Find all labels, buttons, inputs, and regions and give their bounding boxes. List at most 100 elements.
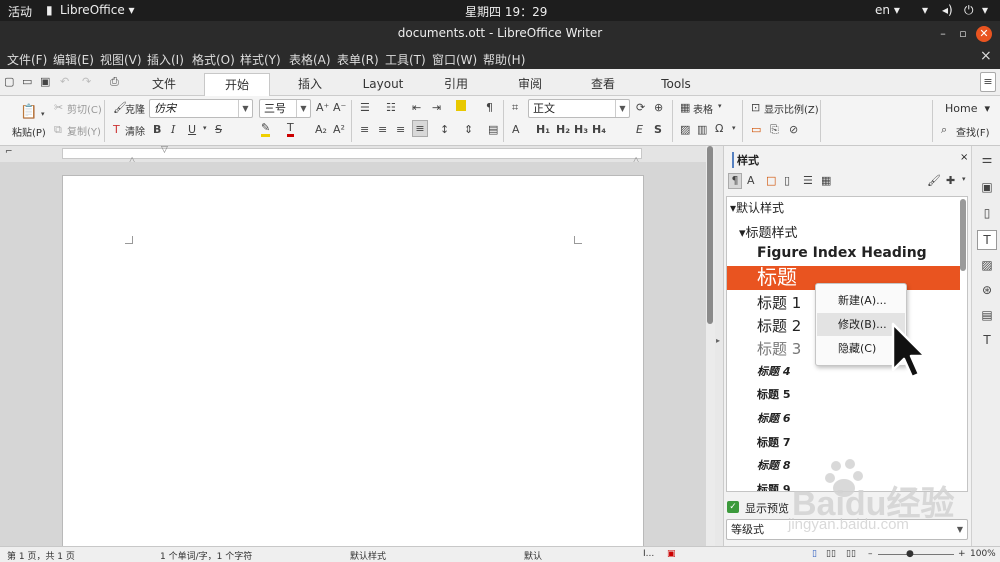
heading3-icon[interactable]: H₃ bbox=[574, 123, 588, 136]
chevron-down-icon[interactable]: ▼ bbox=[615, 100, 629, 117]
zoom-slider[interactable] bbox=[878, 554, 954, 555]
print-icon[interactable]: ⎙ bbox=[110, 75, 119, 89]
bullets-icon[interactable]: ☰ bbox=[360, 101, 370, 114]
list-item[interactable]: ▾标题样式 bbox=[739, 222, 967, 241]
cut-button[interactable]: 剪切(C) bbox=[67, 101, 102, 116]
style-filter-select[interactable]: 等级式 ▼ bbox=[726, 519, 968, 540]
emphasis-icon[interactable]: E bbox=[636, 123, 643, 136]
language-indicator[interactable]: en ▾ bbox=[875, 3, 900, 17]
document-modified-icon[interactable]: ▣ bbox=[667, 549, 676, 559]
list-item[interactable]: 标题 7 bbox=[757, 434, 967, 450]
table-styles-icon[interactable]: ▦ bbox=[821, 174, 831, 187]
wifi-icon[interactable]: ▾ bbox=[922, 3, 928, 17]
scrollbar-thumb[interactable] bbox=[707, 146, 713, 324]
font-size-box[interactable]: 三号 ▼ bbox=[259, 99, 311, 118]
minimize-icon[interactable]: – bbox=[935, 26, 951, 42]
list-item[interactable]: 标题 5 bbox=[757, 386, 967, 402]
paragraph-style-box[interactable]: 正文 ▼ bbox=[528, 99, 630, 118]
zoom-icon[interactable]: ⊡ bbox=[751, 101, 760, 114]
indent-marker-icon[interactable]: ▽ bbox=[161, 145, 168, 155]
multi-page-view-icon[interactable]: ▯▯ bbox=[826, 549, 836, 559]
zoom-in-icon[interactable]: + bbox=[958, 549, 966, 559]
clock[interactable]: 星期四 19：29 bbox=[465, 3, 547, 20]
menu-edit[interactable]: 编辑(E) bbox=[53, 51, 94, 68]
zoom-level[interactable]: 100% bbox=[970, 549, 996, 559]
paragraph-styles-icon[interactable]: ¶ bbox=[728, 173, 742, 189]
context-menu-new[interactable]: 新建(A)... bbox=[817, 289, 905, 312]
chevron-down-icon[interactable]: ▼ bbox=[238, 100, 252, 117]
chevron-down-icon[interactable]: ▼ bbox=[953, 520, 967, 539]
navigator-icon[interactable]: ⊛ bbox=[980, 283, 994, 297]
list-item[interactable]: 标题 8 bbox=[757, 457, 967, 473]
activities-button[interactable]: 活动 bbox=[8, 3, 32, 20]
tab-home[interactable]: 开始 bbox=[204, 73, 270, 96]
tab-insert[interactable]: 插入 bbox=[285, 73, 335, 96]
strong-icon[interactable]: S bbox=[654, 123, 662, 136]
shrink-font-icon[interactable]: A⁻ bbox=[333, 101, 346, 114]
close-window-icon[interactable]: ✕ bbox=[976, 26, 992, 42]
collapse-sidebar-icon[interactable]: ▸ bbox=[716, 336, 720, 345]
clear-button[interactable]: 清除 bbox=[125, 123, 145, 138]
comment-icon[interactable]: ▭ bbox=[751, 123, 761, 136]
chevron-down-icon[interactable]: ▼ bbox=[296, 100, 310, 117]
subscript-icon[interactable]: A₂ bbox=[315, 123, 327, 136]
paste-dropdown-icon[interactable]: ▾ bbox=[41, 110, 45, 118]
search-icon[interactable]: ⌕ bbox=[941, 123, 947, 137]
redo-icon[interactable]: ↷ bbox=[82, 75, 91, 88]
image-icon[interactable]: ▨ bbox=[680, 123, 690, 136]
track-changes-icon[interactable]: ⎘ bbox=[770, 123, 779, 137]
bold-icon[interactable]: B bbox=[153, 123, 161, 136]
menu-file[interactable]: 文件(F) bbox=[7, 51, 47, 68]
document-page[interactable] bbox=[62, 175, 644, 550]
copy-icon[interactable]: ⧉ bbox=[54, 123, 62, 137]
chart-icon[interactable]: ▥ bbox=[697, 123, 707, 136]
tab-file[interactable]: 文件 bbox=[140, 73, 188, 96]
find-button[interactable]: 查找(F) bbox=[956, 124, 990, 139]
cut-icon[interactable]: ✂ bbox=[54, 101, 63, 114]
table-icon[interactable]: ▦ bbox=[680, 101, 690, 114]
design-icon[interactable]: T bbox=[980, 333, 994, 347]
show-preview-checkbox[interactable]: ✓ bbox=[727, 501, 739, 513]
paste-icon[interactable]: 📋 bbox=[20, 104, 37, 120]
single-page-view-icon[interactable]: ▯ bbox=[812, 549, 817, 559]
horizontal-ruler[interactable]: ⌐ ▽ △ △ bbox=[0, 145, 706, 164]
outdent-icon[interactable]: ⇤ bbox=[412, 101, 421, 114]
zoom-out-icon[interactable]: – bbox=[868, 549, 873, 559]
formatting-marks-icon[interactable]: ¶ bbox=[486, 101, 493, 114]
heading4-icon[interactable]: H₄ bbox=[592, 123, 606, 136]
page-deck-icon[interactable]: ▣ bbox=[980, 180, 994, 194]
heading1-icon[interactable]: H₁ bbox=[536, 123, 550, 136]
vertical-scrollbar[interactable] bbox=[706, 146, 715, 546]
gallery-icon[interactable]: ▨ bbox=[980, 258, 994, 272]
list-item[interactable]: 标题 6 bbox=[757, 410, 967, 426]
highlight-icon[interactable]: ✎ bbox=[261, 122, 271, 137]
system-menu-arrow-icon[interactable]: ▾ bbox=[982, 3, 988, 17]
font-color-icon[interactable]: T bbox=[287, 122, 294, 137]
align-right-icon[interactable]: ≡ bbox=[396, 123, 405, 136]
menu-styles[interactable]: 样式(Y) bbox=[240, 51, 281, 68]
tab-review[interactable]: 审阅 bbox=[506, 73, 554, 96]
word-count[interactable]: 1 个单词/字，1 个字符 bbox=[160, 549, 252, 562]
clear-formatting-icon[interactable]: T bbox=[113, 123, 120, 136]
style-icon[interactable]: ⌗ bbox=[512, 101, 518, 115]
menu-view[interactable]: 视图(V) bbox=[100, 51, 142, 68]
background-color-icon[interactable] bbox=[456, 100, 466, 111]
open-icon[interactable]: ▭ bbox=[22, 75, 32, 88]
update-style-icon[interactable]: ⟳ bbox=[636, 101, 645, 114]
underline-icon[interactable]: U bbox=[188, 123, 196, 136]
style-actions-dropdown-icon[interactable]: ▾ bbox=[962, 175, 966, 183]
line-spacing-icon[interactable]: ↕ bbox=[440, 123, 449, 136]
tab-references[interactable]: 引用 bbox=[432, 73, 480, 96]
book-view-icon[interactable]: ▯▯ bbox=[846, 549, 856, 559]
text-body-style-icon[interactable]: A bbox=[512, 123, 520, 136]
menu-table[interactable]: 表格(A) bbox=[289, 51, 331, 68]
grow-font-icon[interactable]: A⁺ bbox=[316, 101, 329, 114]
zoom-button[interactable]: 显示比例(Z) bbox=[764, 101, 819, 116]
frame-styles-icon[interactable]: □ bbox=[766, 174, 776, 187]
sidebar-splitter[interactable]: ▸ bbox=[715, 146, 723, 546]
copy-button[interactable]: 复制(Y) bbox=[67, 123, 101, 138]
power-icon[interactable]: ⏻ bbox=[964, 3, 974, 18]
undo-icon[interactable]: ↶ bbox=[60, 75, 69, 88]
maximize-icon[interactable]: ▫ bbox=[955, 26, 971, 42]
menu-insert[interactable]: 插入(I) bbox=[147, 51, 184, 68]
